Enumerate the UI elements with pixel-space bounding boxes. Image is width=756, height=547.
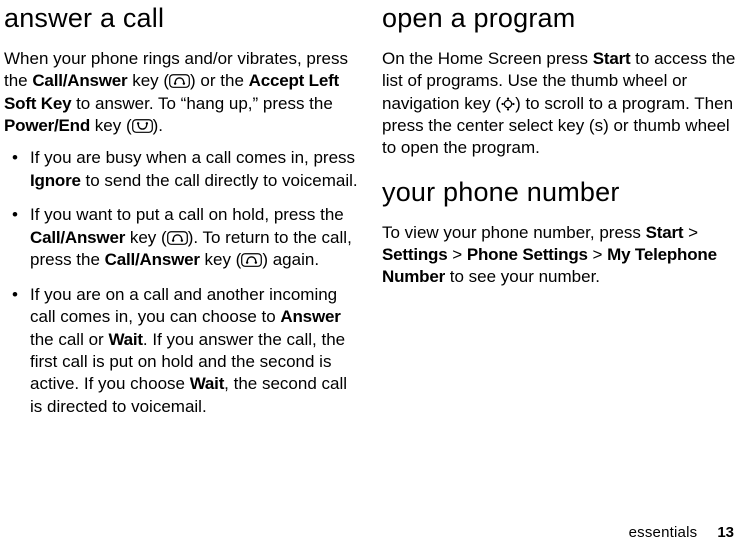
text: If you want to put a call on hold, press…	[30, 205, 344, 224]
text: ) or the	[190, 71, 249, 90]
settings-label: Settings	[382, 245, 447, 264]
call-key-icon	[167, 231, 188, 245]
power-end-key-label: Power/End	[4, 116, 90, 135]
left-column: answer a call When your phone rings and/…	[4, 0, 370, 547]
text: key (	[125, 228, 167, 247]
phone-number-body: To view your phone number, press Start >…	[382, 222, 736, 289]
call-answer-key-label: Call/Answer	[32, 71, 127, 90]
list-item: If you want to put a call on hold, press…	[30, 204, 358, 271]
heading-open-a-program: open a program	[382, 4, 736, 34]
text: If you are busy when a call comes in, pr…	[30, 148, 355, 167]
ignore-label: Ignore	[30, 171, 81, 190]
path-separator: >	[588, 245, 607, 264]
wait-label: Wait	[108, 330, 142, 349]
path-separator: >	[447, 245, 466, 264]
nav-key-icon	[501, 97, 515, 111]
start-label: Start	[593, 49, 631, 68]
text: ) again.	[262, 250, 319, 269]
text: to see your number.	[445, 267, 600, 286]
start-label: Start	[646, 223, 684, 242]
call-answer-key-label: Call/Answer	[30, 228, 125, 247]
text: the call or	[30, 330, 108, 349]
text: to answer. To “hang up,” press the	[71, 94, 332, 113]
footer-page-number: 13	[717, 524, 734, 541]
heading-answer-a-call: answer a call	[4, 4, 358, 34]
page-footer: essentials 13	[629, 524, 734, 541]
right-column: open a program On the Home Screen press …	[370, 0, 736, 547]
text: key (	[127, 71, 169, 90]
path-separator: >	[683, 223, 698, 242]
heading-your-phone-number: your phone number	[382, 178, 736, 208]
call-key-icon	[169, 74, 190, 88]
end-key-icon	[132, 119, 153, 133]
manual-page: answer a call When your phone rings and/…	[0, 0, 756, 547]
wait-label: Wait	[190, 374, 224, 393]
select-key-label: s	[595, 116, 604, 135]
text: key (	[90, 116, 132, 135]
text: To view your phone number, press	[382, 223, 646, 242]
answer-call-intro: When your phone rings and/or vibrates, p…	[4, 48, 358, 138]
answer-label: Answer	[280, 307, 340, 326]
open-program-body: On the Home Screen press Start to access…	[382, 48, 736, 160]
call-answer-key-label: Call/Answer	[105, 250, 200, 269]
phone-settings-label: Phone Settings	[467, 245, 588, 264]
footer-section-name: essentials	[629, 524, 698, 541]
list-item: If you are on a call and another incomin…	[30, 284, 358, 419]
text: On the Home Screen press	[382, 49, 593, 68]
call-key-icon	[241, 253, 262, 267]
text: key (	[200, 250, 242, 269]
list-item: If you are busy when a call comes in, pr…	[30, 147, 358, 192]
text: to send the call directly to voicemail.	[81, 171, 358, 190]
answer-call-bullets: If you are busy when a call comes in, pr…	[4, 147, 358, 418]
text: ).	[153, 116, 163, 135]
